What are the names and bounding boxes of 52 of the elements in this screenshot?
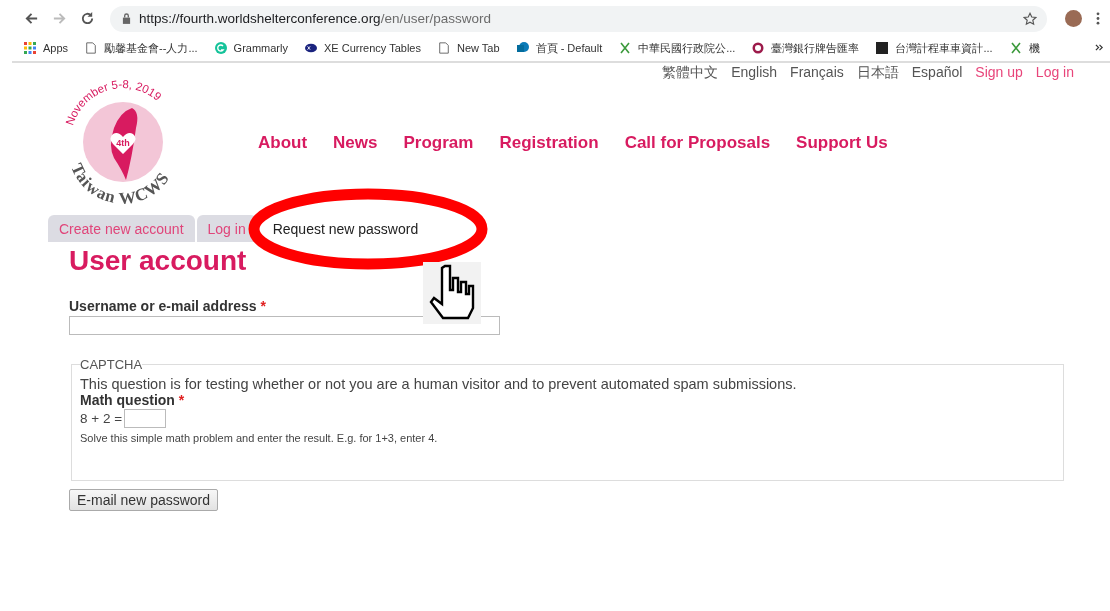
bookmark[interactable]: XE Currency Tables (304, 42, 421, 54)
nav-link[interactable]: Program (403, 132, 474, 153)
bookmark[interactable]: 勵馨基金會--人力... (85, 40, 198, 56)
bookmark[interactable]: 中華民國行政院公... (619, 40, 736, 56)
bookmark[interactable]: Grammarly (214, 42, 288, 54)
nav-link[interactable]: Registration (499, 132, 599, 153)
help-text: Solve this simple math problem and enter the result. E.g. for 1+3, enter 4. (80, 432, 439, 444)
language-link[interactable]: English (731, 64, 778, 86)
language-link[interactable]: Español (911, 64, 963, 86)
logo-badge-text: 4th (116, 137, 130, 148)
avatar-icon[interactable] (1065, 10, 1082, 27)
chevron-icon[interactable] (1095, 43, 1104, 52)
xe-logo-icon (304, 42, 317, 54)
language-link[interactable]: 繁體中文 (662, 64, 719, 86)
square-icon (876, 42, 889, 54)
bookmark[interactable]: 首頁 - Default (516, 40, 603, 56)
field-label: Username or e-mail address * (69, 298, 266, 314)
captcha-legend: CAPTCHA (80, 357, 143, 372)
bookmark[interactable]: 台灣計程車車資計... (876, 40, 993, 56)
lock-icon (122, 13, 131, 24)
answer-field[interactable] (124, 409, 167, 428)
username-field[interactable] (69, 316, 500, 335)
page-title: User account (69, 245, 248, 278)
nav-link[interactable]: Call for Proposals (624, 132, 771, 153)
heart-icon (110, 132, 136, 154)
circle-g-icon (214, 42, 227, 54)
bookmark[interactable]: Apps (24, 42, 69, 54)
menu-icon[interactable] (1096, 12, 1100, 25)
language-link[interactable]: 日本語 (856, 64, 899, 86)
account-link[interactable]: Sign up (975, 64, 1023, 86)
page-icon (85, 42, 98, 54)
account-link[interactable]: Log in (1035, 64, 1074, 86)
url-text: https://fourth.worldshelterconference.org/en/user/password (139, 11, 492, 26)
bookmark[interactable]: 機 (1009, 40, 1040, 56)
submit-button[interactable]: E-mail new password (69, 489, 219, 511)
address-bar[interactable]: https://fourth.worldshelterconference.org/en/user/password (110, 5, 1047, 32)
hand-cursor-icon (423, 262, 481, 324)
math-question: 8 + 2 = (80, 411, 123, 426)
bookmark[interactable]: New Tab (438, 42, 500, 54)
nav-link[interactable]: News (333, 132, 378, 153)
bookmark[interactable]: 臺灣銀行牌告匯率 (752, 40, 860, 56)
language-link[interactable]: Français (790, 64, 844, 86)
nav-link[interactable]: About (258, 132, 308, 153)
sharepoint-logo-icon (516, 42, 529, 54)
reload-icon[interactable] (80, 11, 95, 26)
captcha-description: This question is for testing whether or not you are a human visitor and to prevent automated spam submissions. (80, 376, 798, 392)
apps-grid-icon (24, 42, 36, 54)
nav-link[interactable]: Support Us (796, 132, 888, 153)
back-icon[interactable] (24, 11, 39, 26)
star-icon[interactable] (1023, 11, 1037, 26)
field-label: Math question * (80, 392, 185, 408)
page-icon (438, 42, 450, 54)
